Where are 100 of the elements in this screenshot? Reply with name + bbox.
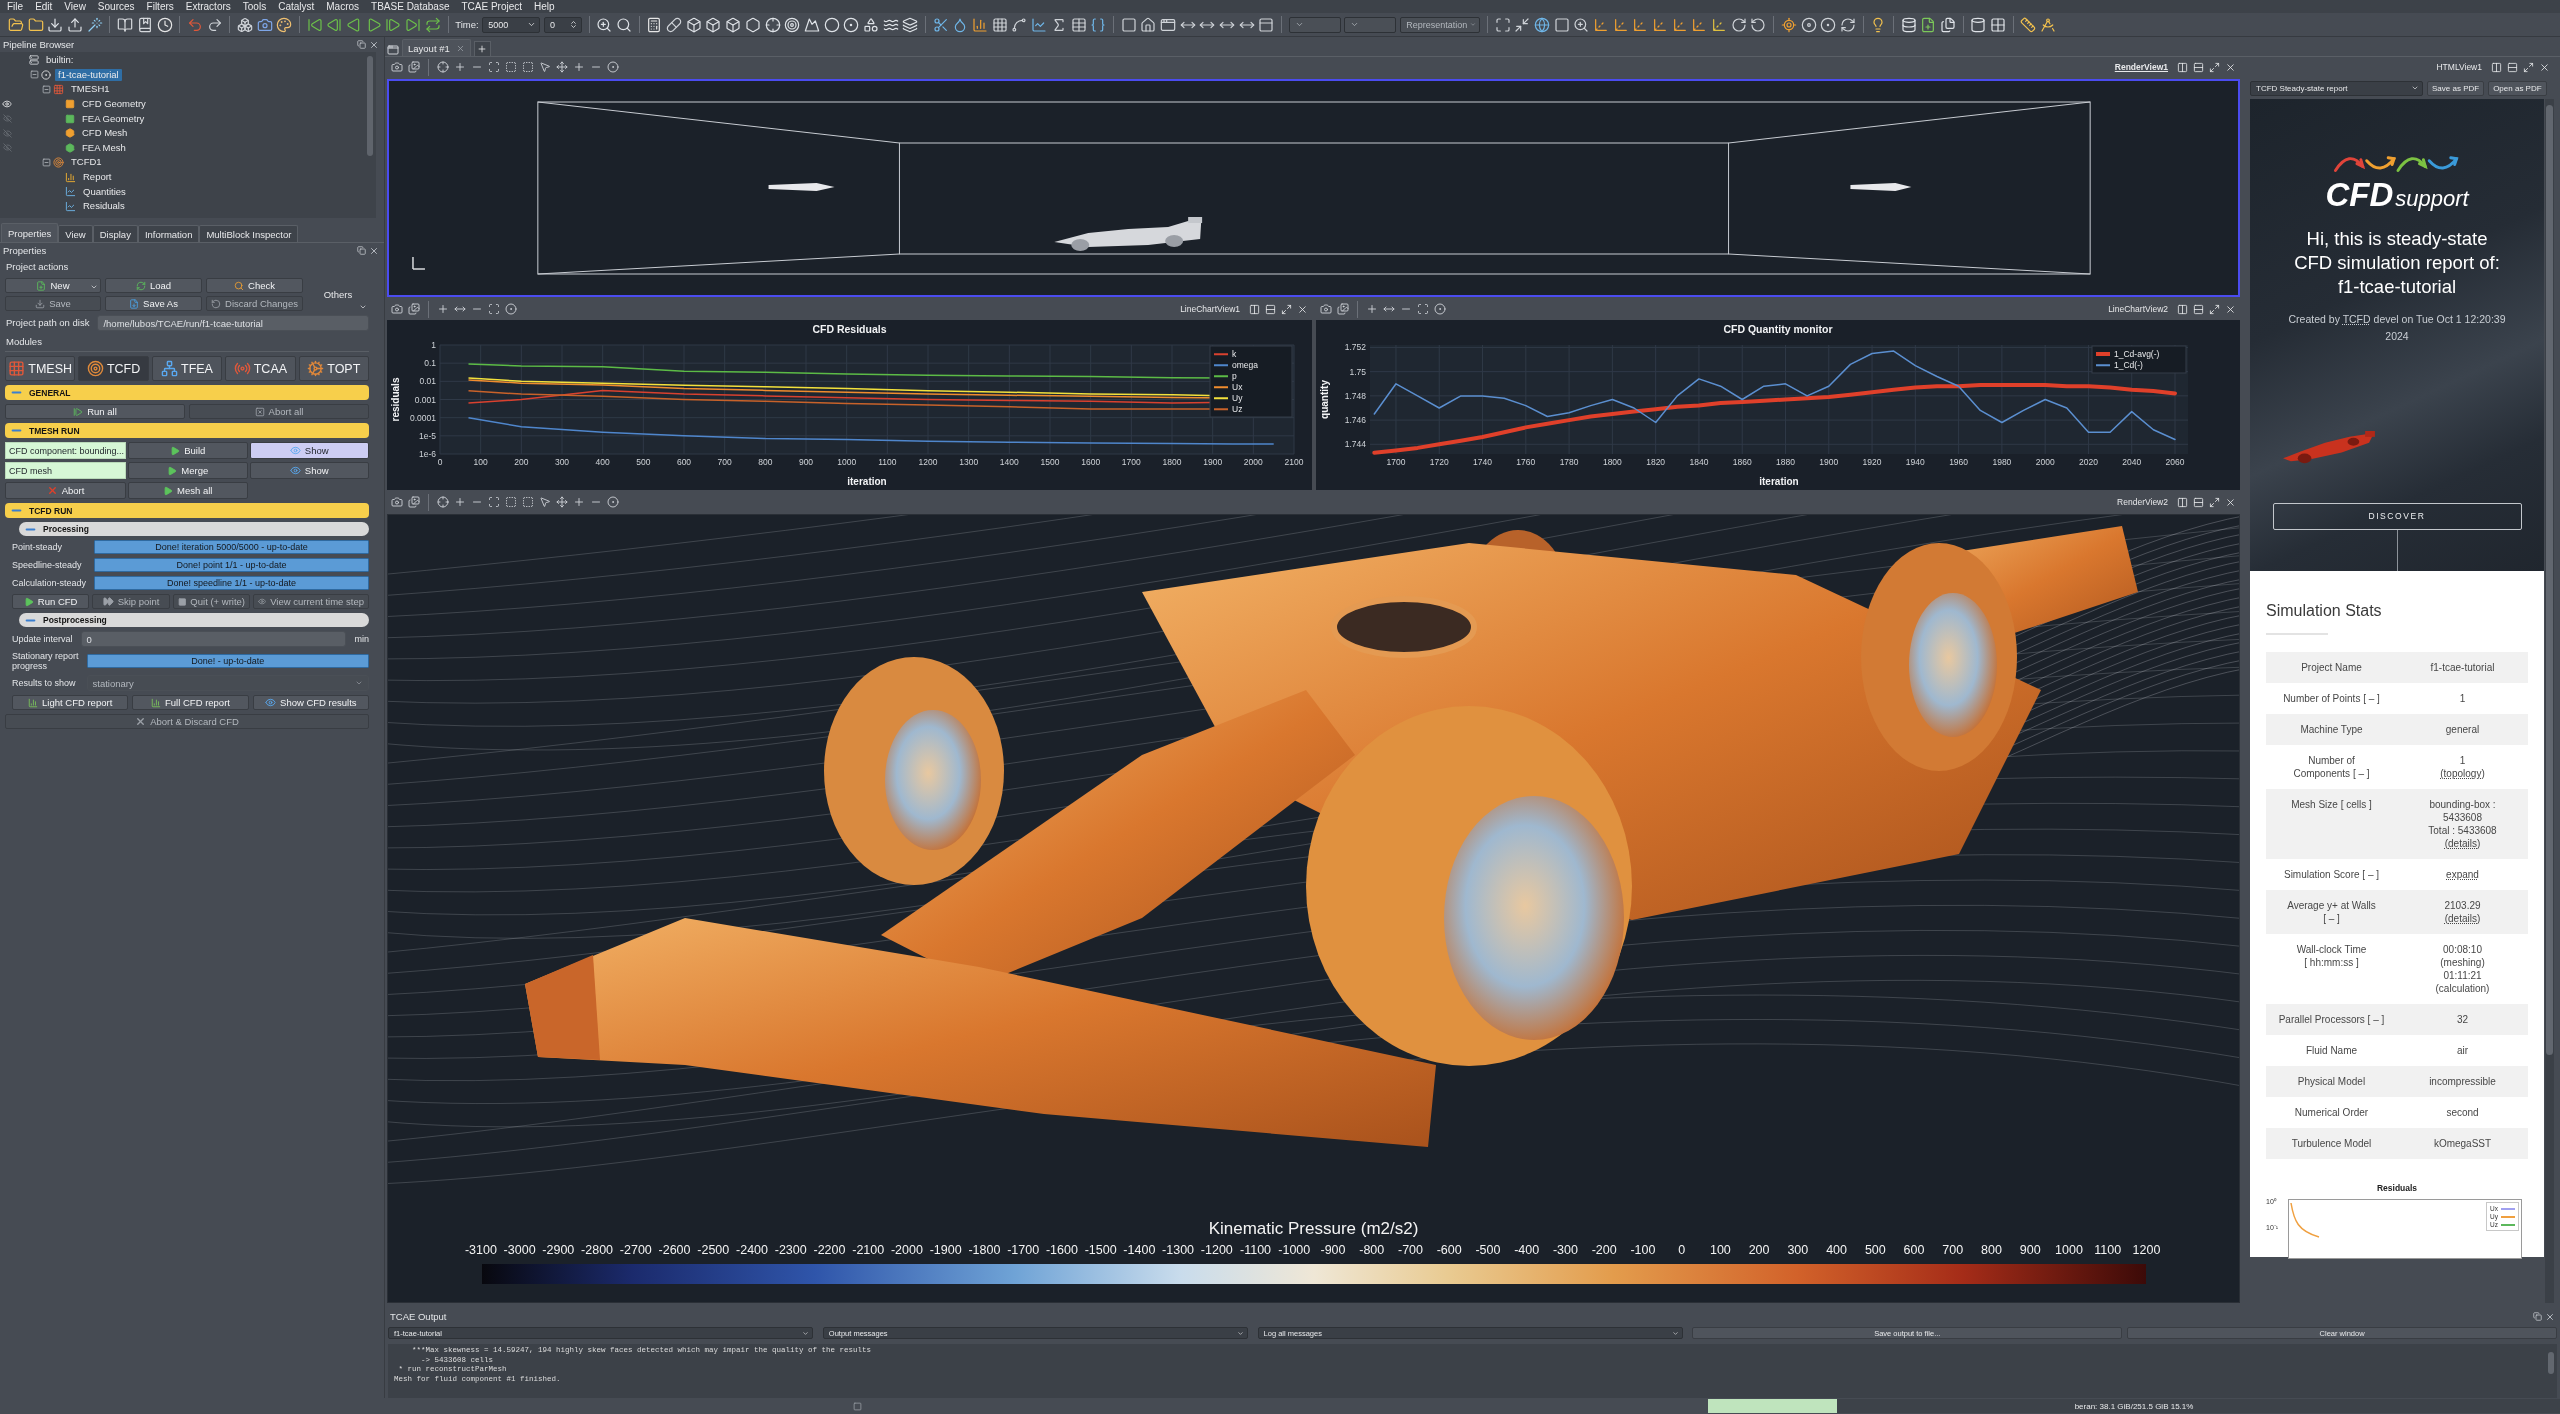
minus-square-icon[interactable] [30,70,39,80]
action-button[interactable]: Mesh all [128,482,248,499]
layout-tab[interactable]: Layout #1 [402,39,471,56]
photos-icon[interactable] [408,61,420,73]
maximize-icon[interactable] [2523,61,2534,73]
axes-icon[interactable] [1671,16,1688,33]
camera-icon[interactable] [391,496,403,508]
menu-item[interactable]: File [7,0,24,13]
circle-dot-icon[interactable] [1434,303,1446,315]
menu-item[interactable]: Macros [326,0,360,13]
dashed-square-icon[interactable] [505,61,517,73]
folder-icon[interactable] [27,16,44,33]
shapes-icon[interactable] [862,16,879,33]
tab[interactable]: MultiBlock Inspector [199,225,299,242]
action-button[interactable]: Run all [5,404,185,419]
scrollbar-thumb[interactable] [367,56,373,156]
crosshair-circle-icon[interactable] [1780,16,1797,33]
layers-icon[interactable] [902,16,919,33]
close-icon[interactable] [369,245,379,256]
split-columns-icon[interactable] [1249,303,1260,315]
tree-item[interactable]: FEA Geometry [79,112,148,125]
open-folder-icon[interactable] [8,16,24,33]
grid-icon[interactable] [1990,16,2007,33]
circle-dot-icon[interactable] [1820,16,1837,33]
maximize-icon[interactable] [2209,496,2220,508]
scrollbar-thumb[interactable] [2548,1352,2554,1374]
time-field[interactable]: 5000 [482,16,541,33]
camera-icon[interactable] [391,61,403,73]
split-columns-icon[interactable] [2177,496,2188,508]
book-icon[interactable] [117,16,134,33]
tree-item[interactable]: Report [80,171,115,184]
wand-icon[interactable] [86,16,103,33]
ruler-icon[interactable] [2020,16,2037,33]
cube-icon[interactable] [685,16,702,33]
move-icon[interactable] [556,61,568,73]
tree-item[interactable]: TCFD1 [68,156,105,169]
section-header[interactable]: GENERAL [5,385,369,400]
database-icon[interactable] [1900,16,1917,33]
rotate-ccw-icon[interactable] [1750,16,1767,33]
stat-link[interactable]: (details) [2444,912,2481,925]
tree-item[interactable]: TMESH1 [68,83,113,96]
tree-item[interactable]: builtin: [43,54,77,67]
axes-icon[interactable] [1652,16,1669,33]
split-rows-icon[interactable] [2193,61,2204,73]
scan-icon[interactable] [488,496,500,508]
scan-icon[interactable] [488,61,500,73]
camera-icon[interactable] [391,303,403,315]
search-icon[interactable] [616,16,633,33]
action-button[interactable]: Full CFD report [132,695,249,710]
inward-arrows-icon[interactable] [1514,16,1531,33]
menu-item[interactable]: TCAE Project [461,0,523,13]
action-button[interactable]: Check [206,278,303,293]
overlapping-squares-icon[interactable] [2533,1312,2542,1321]
plus-icon[interactable] [437,303,449,315]
crosshair-icon[interactable] [437,61,449,73]
plus-icon[interactable] [454,61,466,73]
tree-item[interactable]: FEA Mesh [79,141,129,154]
tree-item[interactable]: CFD Mesh [79,127,131,140]
maximize-icon[interactable] [1281,303,1292,315]
close-icon[interactable] [2225,303,2236,315]
dashed-square-icon[interactable] [505,496,517,508]
compass-icon[interactable] [2040,16,2057,33]
action-button[interactable]: Show CFD results [252,695,369,710]
menu-item[interactable]: Help [534,0,555,13]
split-rows-icon[interactable] [2193,303,2204,315]
crosshair-icon[interactable] [764,16,781,33]
plus-icon[interactable] [1366,303,1378,315]
section-header[interactable]: TCFD RUN [5,503,369,518]
pdf-button[interactable]: Save as PDF [2427,80,2485,96]
target-icon[interactable] [784,16,801,33]
action-button[interactable]: Abort [5,482,126,499]
skip-forward-icon[interactable] [405,16,422,33]
menu-item[interactable]: TBASE Database [371,0,450,13]
menu-item[interactable]: Tools [242,0,267,13]
upload-icon[interactable] [67,16,84,33]
file-plus-icon[interactable] [1920,16,1937,33]
overlapping-squares-icon[interactable] [357,246,366,255]
plus-icon[interactable] [573,61,585,73]
close-icon[interactable] [2225,61,2236,73]
dashed-square-icon[interactable] [522,496,534,508]
grid-icon[interactable] [991,16,1008,33]
module-tab[interactable]: TCAA [225,356,296,381]
action-button[interactable]: Save As [105,296,202,311]
add-tab-button[interactable] [473,41,491,56]
maximize-icon[interactable] [2209,61,2220,73]
action-button[interactable]: New [5,278,101,293]
author-link[interactable]: TCFD [2342,313,2371,326]
axes-icon[interactable] [1711,16,1728,33]
camera-icon[interactable] [1320,303,1332,315]
circle-dot-icon[interactable] [843,16,860,33]
eye-icon[interactable] [2,99,12,110]
table-icon[interactable] [1070,16,1087,33]
capsule-icon[interactable] [666,16,683,33]
scrollbar-thumb[interactable] [2546,105,2553,1055]
report-dropdown[interactable]: TCFD Steady-state report [2250,80,2423,96]
window-icon[interactable] [1159,16,1176,33]
close-icon[interactable] [2225,496,2236,508]
pointer-icon[interactable] [539,61,551,73]
bookmark-icon[interactable] [136,16,153,33]
others-button[interactable]: Others [307,278,369,311]
